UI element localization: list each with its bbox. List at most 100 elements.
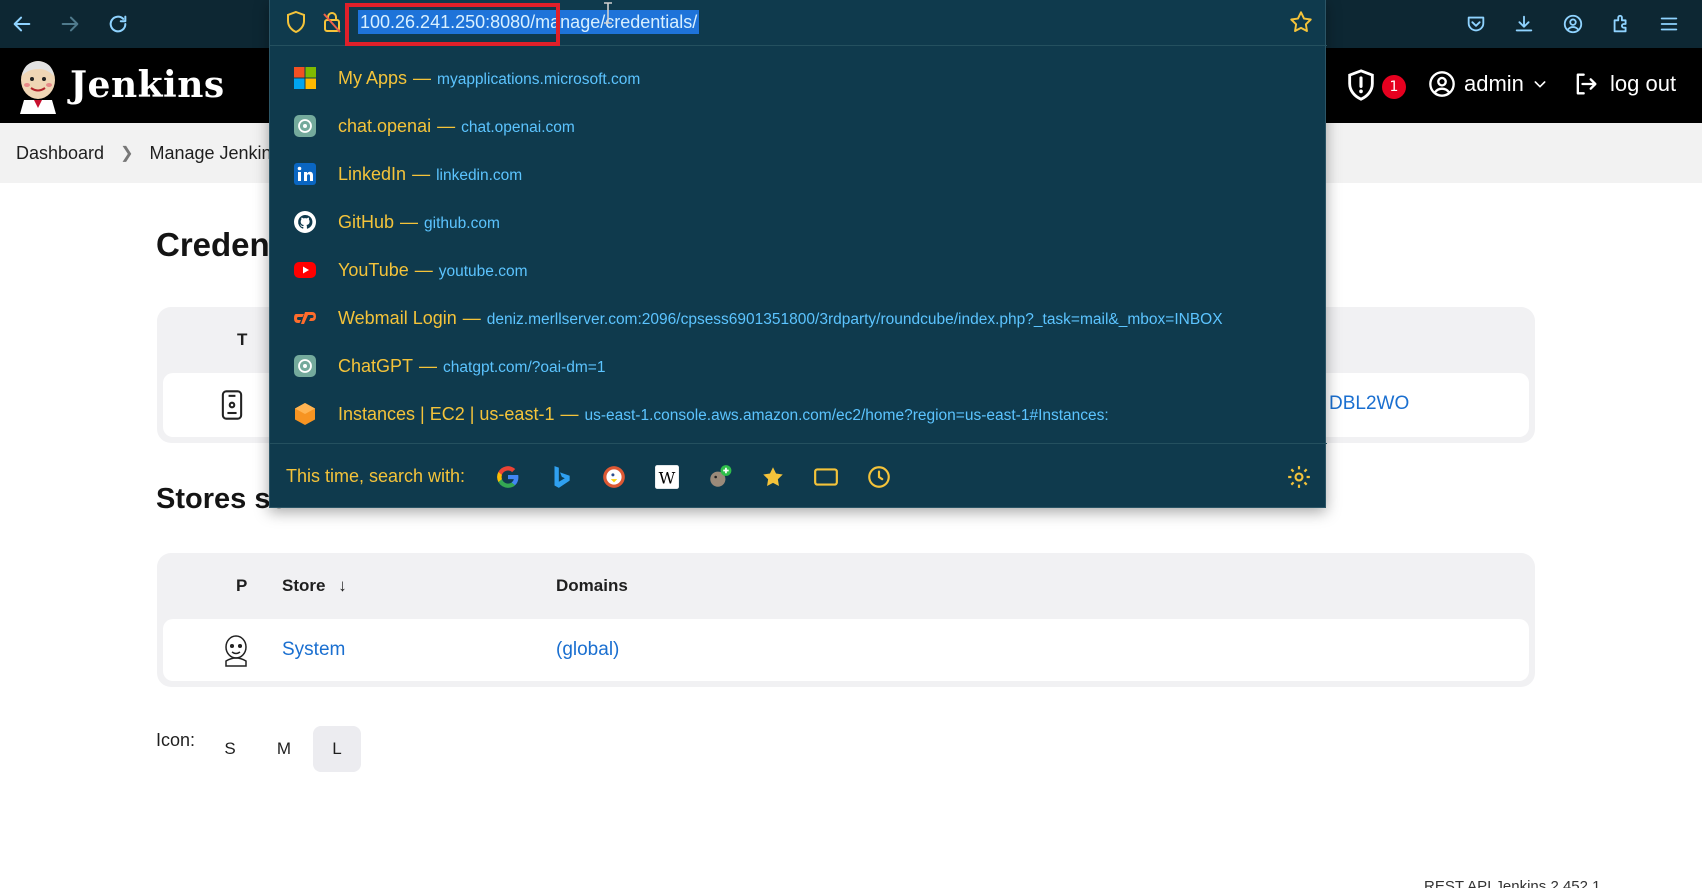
tracking-shield-icon[interactable] (284, 10, 308, 34)
col-p-header[interactable]: P (236, 576, 247, 596)
linkedin-icon (294, 163, 316, 185)
tabs-icon[interactable] (813, 464, 839, 490)
suggestion-title: LinkedIn (338, 163, 407, 184)
suggestion-separator: — (400, 211, 419, 232)
suggestion-item[interactable]: LinkedIn — linkedin.com (270, 150, 1327, 198)
svg-text:W: W (659, 469, 676, 488)
user-menu[interactable]: admin (1428, 70, 1548, 98)
account-icon[interactable] (1559, 10, 1587, 38)
footer-text: REST API Jenkins 2.452.1 (1424, 878, 1601, 888)
breadcrumb-dashboard[interactable]: Dashboard (16, 143, 104, 164)
youtube-icon (294, 262, 316, 278)
suggestion-separator: — (413, 67, 432, 88)
cpanel-icon (294, 312, 316, 324)
icon-size-m-button[interactable]: M (260, 726, 308, 772)
microsoft-icon (294, 67, 316, 89)
suggestion-separator: — (462, 307, 481, 328)
openai-icon (294, 115, 316, 137)
url-suggestions-dropdown: 100.26.241.250:8080/manage/credentials/ … (269, 0, 1327, 508)
suggestion-item[interactable]: My Apps — myapplications.microsoft.com (270, 54, 1327, 102)
suggestion-separator: — (560, 403, 579, 424)
suggestion-url: myapplications.microsoft.com (437, 70, 641, 88)
icon-size-l-button[interactable]: L (313, 726, 361, 772)
menu-icon[interactable] (1655, 10, 1683, 38)
suggestion-title: Instances | EC2 | us-east-1 (338, 403, 555, 424)
suggestion-url: github.com (424, 214, 500, 232)
suggestion-url: deniz.merllserver.com:2096/cpsess6901351… (486, 310, 1223, 328)
url-highlight-box (345, 3, 560, 46)
suggestion-separator: — (419, 355, 438, 376)
bing-icon[interactable] (548, 464, 574, 490)
jenkins-system-icon (225, 635, 247, 667)
suggestion-item[interactable]: Instances | EC2 | us-east-1— us-east-1.co… (270, 390, 1327, 438)
back-icon[interactable] (8, 10, 36, 38)
wikipedia-icon[interactable]: W (654, 464, 680, 490)
suggestion-title: chat.openai (338, 115, 432, 136)
icon-size-s-button[interactable]: S (206, 726, 254, 772)
security-shield-icon[interactable] (1344, 68, 1378, 102)
suggestion-item[interactable]: YouTube — youtube.com (270, 246, 1327, 294)
suggestion-separator: — (414, 259, 433, 280)
bookmark-star-icon[interactable] (1288, 9, 1314, 35)
suggestion-url: us-east-1.console.aws.amazon.com/ec2/hom… (584, 406, 1109, 424)
suggestion-title: Webmail Login (338, 307, 457, 328)
sort-arrow-icon: ↓ (338, 576, 347, 595)
openai-icon (294, 355, 316, 377)
pocket-icon[interactable] (1462, 10, 1490, 38)
logout-label: log out (1610, 71, 1677, 96)
breadcrumb-manage-jenkins[interactable]: Manage Jenkin (149, 143, 271, 164)
search-with-label: This time, search with: (286, 466, 466, 486)
github-icon (294, 211, 316, 233)
forward-icon[interactable] (56, 10, 84, 38)
col-store-label: Store (282, 576, 326, 595)
jenkins-logo-icon[interactable] (16, 58, 60, 114)
col-store-header[interactable]: Store ↓ (282, 576, 347, 596)
suggestion-url: youtube.com (438, 262, 528, 280)
stores-table: P Store ↓ Domains System (global) (157, 553, 1535, 687)
duckduckgo-icon[interactable] (601, 464, 627, 490)
icon-size-label: Icon: (156, 730, 196, 750)
credential-id-link[interactable]: DBL2WO (1329, 393, 1409, 415)
aws-icon (295, 403, 315, 425)
suggestion-separator: — (412, 163, 431, 184)
page-title: Credent (156, 226, 281, 263)
suggestion-title: My Apps (338, 67, 408, 88)
notification-badge[interactable]: 1 (1382, 75, 1406, 99)
suggestion-url: linkedin.com (436, 166, 523, 184)
suggestion-item[interactable]: Webmail Login — deniz.merllserver.com:2096… (270, 294, 1327, 342)
col-domains-header[interactable]: Domains (556, 576, 628, 596)
search-engines-row: This time, search with: W (270, 443, 1327, 507)
suggestion-item[interactable]: GitHub — github.com (270, 198, 1327, 246)
bookmarks-star-icon[interactable] (760, 464, 786, 490)
suggestion-item[interactable]: chat.openai — chat.openai.com (270, 102, 1327, 150)
user-icon (1429, 71, 1455, 97)
suggestion-title: YouTube (338, 259, 409, 280)
downloads-icon[interactable] (1510, 10, 1538, 38)
domain-global-link[interactable]: (global) (556, 639, 619, 661)
suggestion-item[interactable]: ChatGPT — chatgpt.com/?oai-dm=1 (270, 342, 1327, 390)
suggestion-url: chatgpt.com/?oai-dm=1 (443, 358, 606, 376)
col-type-header[interactable]: T (237, 330, 247, 350)
text-cursor-icon (604, 2, 612, 24)
extensions-icon[interactable] (1607, 10, 1635, 38)
breadcrumb-separator-icon: ❯ (120, 145, 134, 162)
chevron-down-icon (1534, 81, 1546, 88)
search-settings-gear-icon[interactable] (1286, 464, 1312, 490)
reload-icon[interactable] (104, 10, 132, 38)
stores-section-title: Stores sc (156, 483, 287, 515)
history-clock-icon[interactable] (866, 464, 892, 490)
logout-link[interactable]: log out (1572, 70, 1676, 98)
address-bar[interactable]: 100.26.241.250:8080/manage/credentials/ (270, 0, 1327, 46)
suggestion-title: GitHub (338, 211, 395, 232)
user-name: admin (1464, 71, 1524, 96)
add-search-engine-icon[interactable] (707, 464, 733, 490)
jenkins-title[interactable]: Jenkins (70, 64, 225, 106)
insecure-lock-icon[interactable] (320, 10, 344, 34)
credential-type-icon (221, 390, 243, 420)
google-icon[interactable] (495, 464, 521, 490)
store-system-link[interactable]: System (282, 639, 345, 661)
table-row: System (global) (163, 619, 1529, 681)
suggestion-url: chat.openai.com (461, 118, 575, 136)
suggestion-separator: — (437, 115, 456, 136)
logout-icon (1576, 73, 1597, 95)
